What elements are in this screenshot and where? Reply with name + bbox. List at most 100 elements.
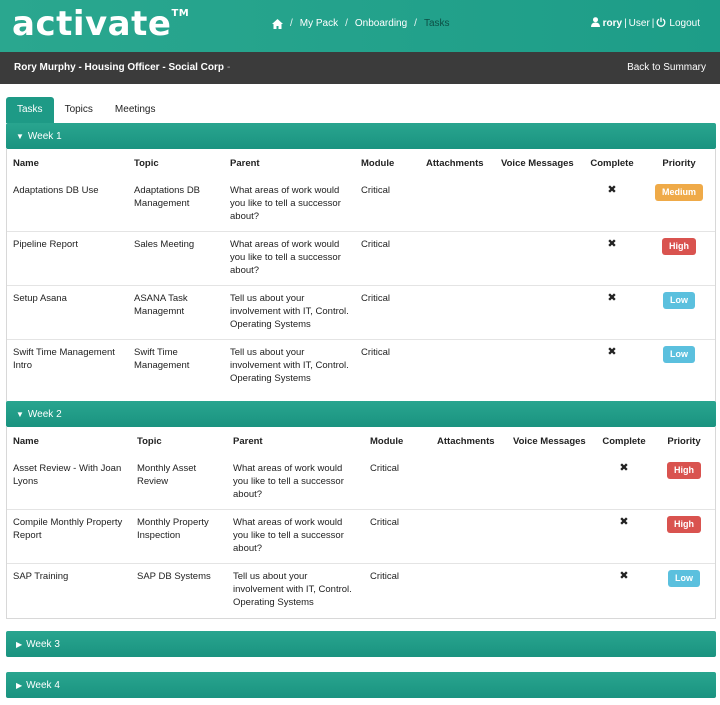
caret-right-icon: ▶	[16, 639, 23, 649]
task-name[interactable]: Asset Review - With Joan Lyons	[7, 456, 131, 510]
task-attachments	[431, 509, 507, 564]
table-row[interactable]: Asset Review - With Joan Lyons Monthly A…	[7, 456, 715, 510]
task-voice-messages	[507, 456, 595, 510]
table-row[interactable]: Adaptations DB Use Adaptations DB Manage…	[7, 178, 715, 232]
priority-badge: Low	[663, 346, 695, 363]
incomplete-x-icon[interactable]: ✖	[607, 184, 616, 197]
priority-badge: Low	[668, 570, 700, 587]
task-name[interactable]: Pipeline Report	[7, 231, 128, 286]
col-attachments[interactable]: Attachments	[431, 427, 507, 456]
task-name[interactable]: Setup Asana	[7, 285, 128, 340]
incomplete-x-icon[interactable]: ✖	[619, 516, 628, 529]
person-selector[interactable]: Rory Murphy - Housing Officer - Social C…	[14, 62, 230, 73]
col-parent[interactable]: Parent	[224, 149, 355, 178]
week-3-header[interactable]: ▶ Week 3	[6, 631, 716, 657]
table-row[interactable]: Setup Asana ASANA Task Managemnt Tell us…	[7, 285, 715, 340]
week-2-table: Name Topic Parent Module Attachments Voi…	[6, 427, 716, 619]
col-complete[interactable]: Complete	[581, 149, 643, 178]
tab-bar: Tasks Topics Meetings	[6, 97, 167, 123]
col-module[interactable]: Module	[355, 149, 420, 178]
week-4-header[interactable]: ▶ Week 4	[6, 672, 716, 698]
user-icon	[590, 17, 600, 30]
table-row[interactable]: Pipeline Report Sales Meeting What areas…	[7, 231, 715, 286]
task-attachments	[420, 339, 495, 393]
col-module[interactable]: Module	[364, 427, 431, 456]
logout-link[interactable]: Logout	[669, 18, 700, 29]
breadcrumb-my-pack[interactable]: My Pack	[300, 18, 338, 29]
task-topic: Sales Meeting	[128, 231, 224, 286]
task-attachments	[431, 563, 507, 617]
task-voice-messages	[495, 339, 581, 393]
col-topic[interactable]: Topic	[131, 427, 227, 456]
person-label: Rory Murphy - Housing Officer - Social C…	[14, 62, 225, 73]
task-module: Critical	[364, 563, 431, 617]
task-voice-messages	[495, 285, 581, 340]
table-row[interactable]: Swift Time Management Intro Swift Time M…	[7, 339, 715, 393]
task-name[interactable]: Compile Monthly Property Report	[7, 509, 131, 564]
breadcrumb-onboarding[interactable]: Onboarding	[355, 18, 407, 29]
breadcrumb-tasks: Tasks	[423, 18, 450, 29]
col-voice-messages[interactable]: Voice Messages	[495, 149, 581, 178]
week-1-header[interactable]: ▼ Week 1	[6, 123, 716, 149]
incomplete-x-icon[interactable]: ✖	[619, 570, 628, 583]
table-header-row: Name Topic Parent Module Attachments Voi…	[7, 427, 715, 456]
back-to-summary-link[interactable]: Back to Summary	[627, 62, 706, 73]
task-topic: Monthly Property Inspection	[131, 509, 227, 564]
table-row[interactable]: SAP Training SAP DB Systems Tell us abou…	[7, 563, 715, 617]
breadcrumb-separator: /	[345, 18, 348, 29]
col-voice-messages[interactable]: Voice Messages	[507, 427, 595, 456]
col-name[interactable]: Name	[7, 427, 131, 456]
priority-badge: High	[662, 238, 696, 255]
task-voice-messages	[507, 563, 595, 617]
col-priority[interactable]: Priority	[643, 149, 715, 178]
col-attachments[interactable]: Attachments	[420, 149, 495, 178]
task-attachments	[420, 231, 495, 286]
task-module: Critical	[361, 185, 391, 196]
task-topic: Monthly Asset Review	[137, 463, 197, 487]
top-header: activateTM / My Pack / Onboarding / Task…	[0, 0, 720, 52]
app-logo[interactable]: activateTM	[12, 4, 189, 44]
priority-badge: Medium	[654, 184, 703, 201]
task-module: Critical	[364, 509, 431, 564]
home-icon[interactable]	[272, 18, 283, 29]
breadcrumb-separator: /	[290, 18, 293, 29]
username-link[interactable]: rory	[603, 18, 622, 29]
incomplete-x-icon[interactable]: ✖	[607, 292, 616, 305]
priority-badge: Low	[663, 292, 695, 309]
task-voice-messages	[495, 231, 581, 286]
task-parent: Tell us about your involvement with IT, …	[224, 339, 355, 393]
incomplete-x-icon[interactable]: ✖	[607, 346, 616, 359]
task-module: Critical	[355, 339, 420, 393]
week-label: Week 3	[26, 638, 60, 650]
col-priority[interactable]: Priority	[653, 427, 715, 456]
tab-meetings[interactable]: Meetings	[104, 97, 167, 123]
table-row[interactable]: Compile Monthly Property Report Monthly …	[7, 509, 715, 564]
power-icon[interactable]	[656, 17, 666, 30]
task-parent: What areas of work would you like to tel…	[224, 231, 355, 286]
divider: |	[651, 18, 655, 29]
task-name[interactable]: SAP Training	[7, 563, 131, 617]
col-name[interactable]: Name	[7, 149, 128, 178]
week-2-header[interactable]: ▼ Week 2	[6, 401, 716, 427]
week-4-panel: ▶ Week 4	[6, 672, 716, 698]
task-module: Critical	[370, 463, 400, 474]
caret-down-icon: ▼	[16, 131, 24, 141]
task-parent: Tell us about your involvement with IT, …	[227, 563, 364, 617]
task-name[interactable]: Adaptations DB Use	[7, 178, 128, 232]
divider: |	[624, 18, 627, 29]
week-label: Week 4	[26, 679, 60, 691]
col-topic[interactable]: Topic	[128, 149, 224, 178]
task-voice-messages	[495, 178, 581, 232]
priority-badge: High	[667, 516, 701, 533]
task-name[interactable]: Swift Time Management Intro	[7, 339, 128, 393]
incomplete-x-icon[interactable]: ✖	[607, 238, 616, 251]
user-role-link[interactable]: User	[629, 18, 650, 29]
tab-topics[interactable]: Topics	[54, 97, 104, 123]
week-1-panel: ▼ Week 1 Name Topic Parent Module Attach…	[6, 123, 716, 415]
incomplete-x-icon[interactable]: ✖	[619, 462, 628, 475]
tab-tasks[interactable]: Tasks	[6, 97, 54, 123]
col-complete[interactable]: Complete	[595, 427, 653, 456]
col-parent[interactable]: Parent	[227, 427, 364, 456]
task-attachments	[420, 178, 495, 232]
breadcrumb-separator: /	[414, 18, 417, 29]
